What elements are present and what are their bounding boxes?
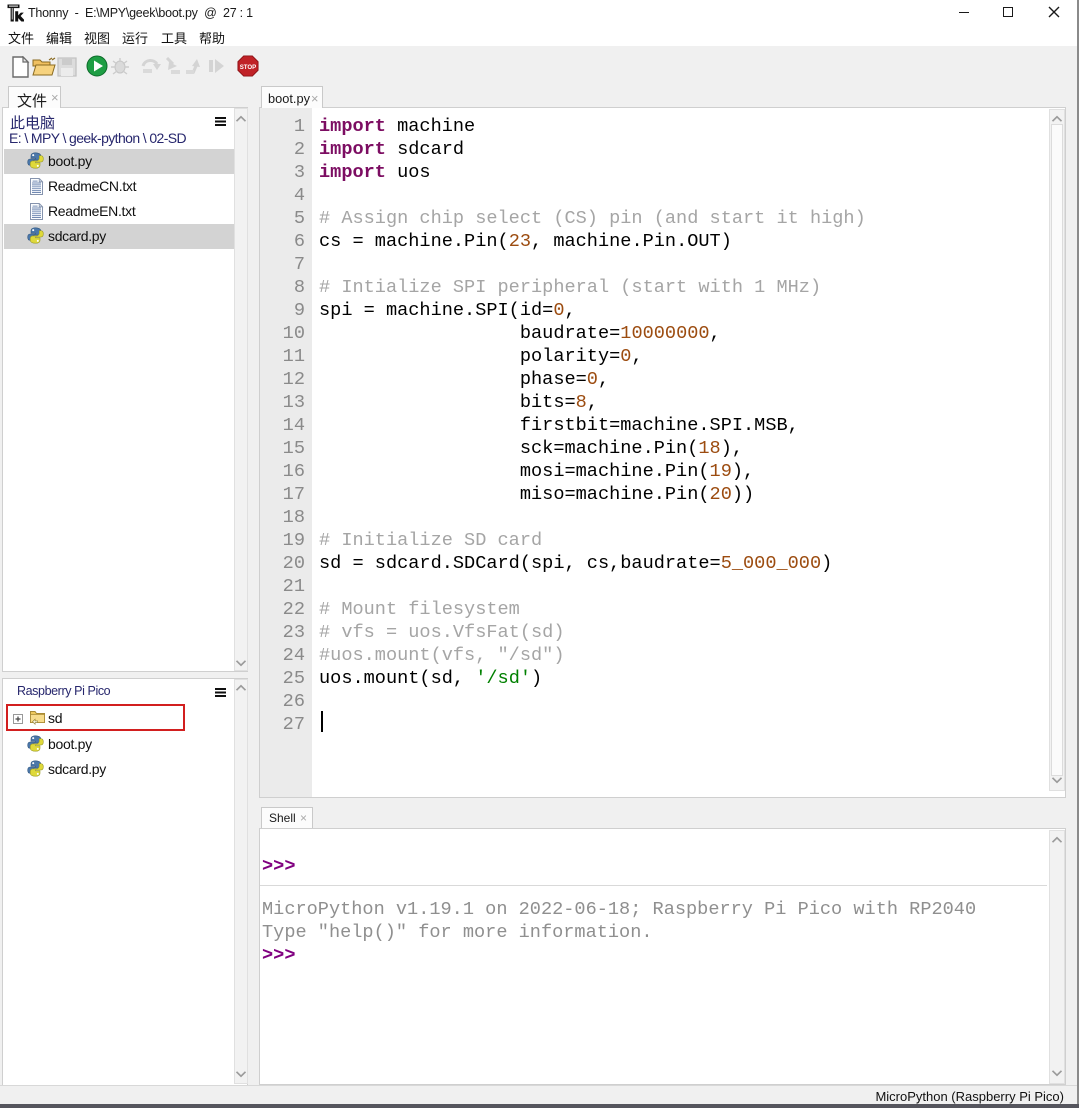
svg-text:STOP: STOP bbox=[240, 64, 257, 71]
